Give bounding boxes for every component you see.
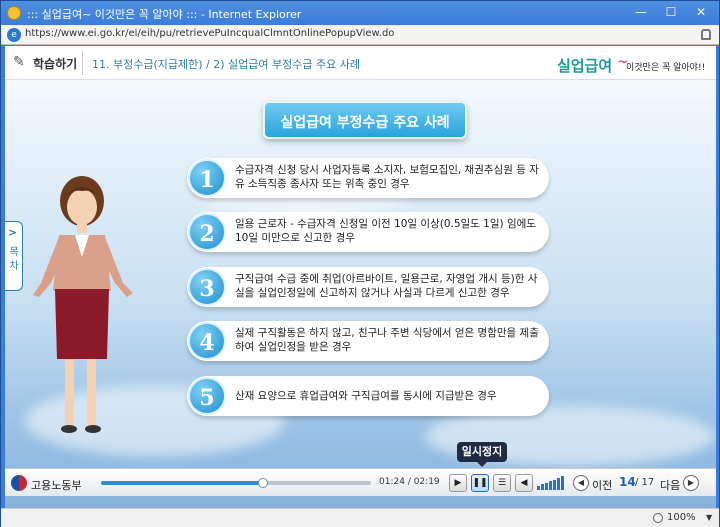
- volume-bar: [557, 478, 560, 490]
- next-page-icon[interactable]: ▶: [683, 475, 699, 491]
- window-title: ::: 실업급여~ 이것만은 꼭 알아야 ::: - Internet Expl…: [27, 8, 302, 21]
- volume-bar: [541, 484, 544, 490]
- case-number: 4: [188, 322, 226, 360]
- page-total: / 17: [635, 477, 655, 488]
- case-text: 구직급여 수급 중에 취업(아르바이트, 일용근로, 자영업 개시 등)한 사실…: [235, 273, 538, 299]
- case-item: 5 산재 요양으로 휴업급여와 구직급여를 동시에 지급받은 경우: [187, 376, 549, 416]
- ministry-name: 고용노동부: [31, 479, 82, 492]
- address-bar[interactable]: e https://www.ei.go.kr/ei/eih/pu/retriev…: [1, 25, 719, 45]
- list-button[interactable]: ☰: [493, 474, 511, 492]
- address-url[interactable]: https://www.ei.go.kr/ei/eih/pu/retrieveP…: [25, 28, 394, 39]
- lesson-content: ✎ 학습하기 11. 부정수급(지급제한) / 2) 실업급여 부정수급 주요 …: [5, 46, 716, 508]
- tooltip-arrow: [477, 462, 487, 467]
- time-display: 01:24 / 02:19: [379, 477, 440, 487]
- title-bar: ::: 실업급여~ 이것만은 꼭 알아야 ::: - Internet Expl…: [1, 1, 719, 25]
- progress-handle[interactable]: [258, 478, 268, 488]
- learn-button[interactable]: ✎ 학습하기: [9, 51, 83, 75]
- volume-bar: [561, 476, 564, 490]
- page-current: 14: [619, 475, 636, 489]
- breadcrumb: 11. 부정수급(지급제한) / 2) 실업급여 부정수급 주요 사례: [92, 58, 360, 71]
- progress-slider[interactable]: [101, 478, 371, 488]
- status-bar: 100% ▼: [1, 508, 719, 527]
- volume-bar: [545, 482, 548, 490]
- volume-bar: [537, 486, 540, 490]
- volume-bar: [549, 481, 552, 490]
- zoom-level[interactable]: 100%: [667, 512, 696, 523]
- brand-title: 실업급여: [557, 57, 613, 75]
- learn-label: 학습하기: [33, 57, 78, 71]
- ministry-emblem-icon: [11, 475, 27, 491]
- play-button[interactable]: ▶: [449, 474, 467, 492]
- person-icon: ✎: [13, 54, 25, 70]
- case-text: 실제 구직활동은 하지 않고, 친구나 주변 식당에서 얻은 명함만을 제출하여…: [235, 327, 539, 353]
- banner-title: 실업급여 부정수급 주요 사례: [280, 115, 450, 131]
- case-number: 3: [188, 268, 226, 306]
- case-text: 수급자격 신청 당시 사업자등록 소지자, 보험모집인, 채권추심원 등 자유 …: [235, 164, 539, 190]
- chevron-right-icon: >: [8, 226, 18, 239]
- player-bar: 고용노동부 01:24 / 02:19 ▶ ❚❚ ☰ ◀ ◀ 이전 14 / 1…: [5, 468, 716, 496]
- case-item: 4 실제 구직활동은 하지 않고, 친구나 주변 식당에서 얻은 명함만을 제출…: [187, 321, 549, 361]
- prev-page-label[interactable]: 이전: [592, 477, 612, 493]
- toc-tab[interactable]: > 목차: [5, 221, 23, 291]
- case-number: 1: [188, 159, 226, 197]
- minimize-button[interactable]: —: [627, 3, 655, 21]
- case-text: 산재 요양으로 휴업급여와 구직급여를 동시에 지급받은 경우: [235, 390, 497, 402]
- brand-subtitle: 이것만은 꼭 알아야!!: [626, 63, 706, 73]
- case-text: 일용 근로자 - 수급자격 신청일 이전 10일 이상(0.5일도 1일) 임에…: [235, 218, 536, 244]
- pause-button[interactable]: ❚❚: [471, 474, 489, 492]
- close-button[interactable]: ✕: [687, 3, 715, 21]
- prev-page-icon[interactable]: ◀: [573, 475, 589, 491]
- browser-window: ::: 실업급여~ 이것만은 꼭 알아야 ::: - Internet Expl…: [0, 0, 720, 527]
- zoom-icon[interactable]: [653, 513, 663, 523]
- lock-icon[interactable]: [701, 29, 711, 40]
- case-item: 1 수급자격 신청 당시 사업자등록 소지자, 보험모집인, 채권추심원 등 자…: [187, 158, 549, 198]
- next-page-label[interactable]: 다음: [660, 477, 680, 493]
- toc-label: 목차: [9, 247, 19, 272]
- case-number: 5: [188, 377, 226, 415]
- ie-logo-icon: [7, 6, 21, 20]
- volume-icon[interactable]: ◀: [515, 474, 533, 492]
- chevron-down-icon[interactable]: ▼: [706, 513, 712, 522]
- case-number: 2: [188, 213, 226, 251]
- lesson-header: ✎ 학습하기 11. 부정수급(지급제한) / 2) 실업급여 부정수급 주요 …: [5, 46, 716, 80]
- presenter-character: [33, 176, 133, 433]
- case-item: 3 구직급여 수급 중에 취업(아르바이트, 일용근로, 자영업 개시 등)한 …: [187, 267, 549, 307]
- time-total: / 02:19: [407, 477, 440, 487]
- case-item: 2 일용 근로자 - 수급자격 신청일 이전 10일 이상(0.5일도 1일) …: [187, 212, 549, 252]
- volume-slider[interactable]: [537, 476, 565, 490]
- progress-fill: [101, 481, 263, 485]
- pause-tooltip: 일시정지: [457, 442, 507, 462]
- site-icon: e: [7, 28, 21, 42]
- topic-banner: 실업급여 부정수급 주요 사례: [263, 101, 467, 139]
- time-current: 01:24: [379, 477, 405, 487]
- maximize-button[interactable]: ☐: [657, 3, 685, 21]
- volume-bar: [553, 479, 556, 490]
